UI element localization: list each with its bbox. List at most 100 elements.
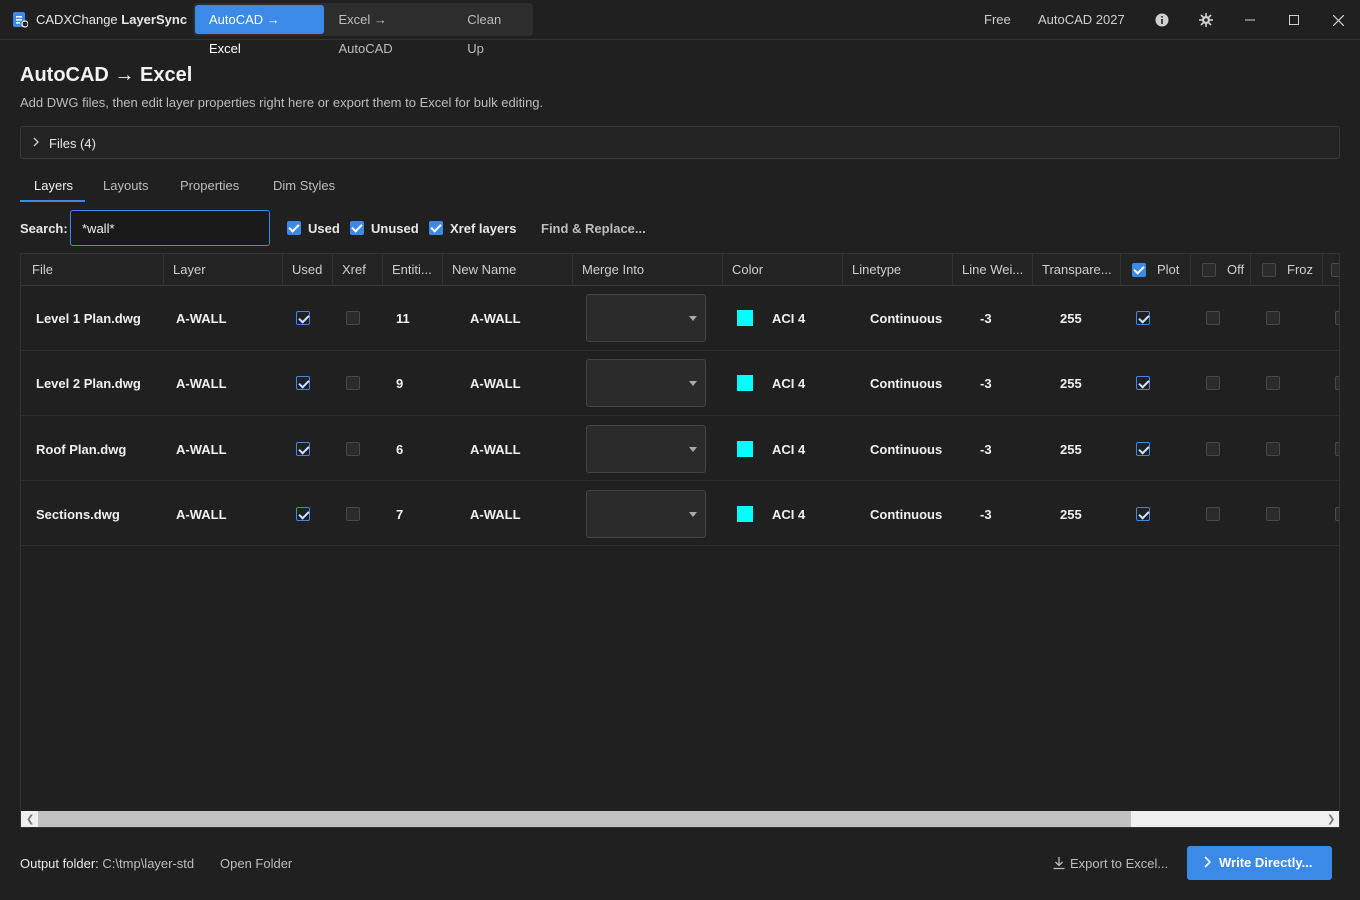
cell-plot-checkbox[interactable]	[1136, 442, 1150, 456]
cell-xref-checkbox[interactable]	[346, 507, 360, 521]
filter-xref-checkbox[interactable]	[429, 221, 443, 235]
cell-used-checkbox[interactable]	[296, 376, 310, 390]
settings-button[interactable]	[1184, 0, 1228, 40]
cell-frozen-checkbox[interactable]	[1266, 442, 1280, 456]
search-input[interactable]	[70, 210, 270, 246]
cell-linetype[interactable]: Continuous	[870, 311, 942, 326]
col-header-line-weight[interactable]: Line Wei...	[953, 254, 1033, 286]
table-row[interactable]: Sections.dwg A-WALL 7 A-WALL ACI 4 Conti…	[21, 481, 1339, 546]
open-folder-button[interactable]: Open Folder	[220, 856, 292, 871]
col-header-new-name[interactable]: New Name	[443, 254, 573, 286]
close-button[interactable]	[1316, 0, 1360, 40]
cell-plot-checkbox[interactable]	[1136, 376, 1150, 390]
nav-tab-clean-up[interactable]: Clean Up	[453, 5, 533, 56]
content-tabs: Layers Layouts Properties Dim Styles	[20, 170, 1340, 203]
cell-used-checkbox[interactable]	[296, 507, 310, 521]
cell-transparency[interactable]: 255	[1060, 507, 1082, 522]
filter-used-checkbox[interactable]	[287, 221, 301, 235]
col-header-xref[interactable]: Xref	[333, 254, 383, 286]
cell-xref-checkbox[interactable]	[346, 376, 360, 390]
next-col-all-checkbox[interactable]	[1331, 263, 1339, 277]
color-swatch[interactable]	[737, 310, 753, 326]
scroll-right-icon[interactable]: ❯	[1327, 814, 1335, 825]
col-header-transparency[interactable]: Transpare...	[1033, 254, 1121, 286]
cell-next-checkbox[interactable]	[1335, 311, 1339, 325]
page-subtitle: Add DWG files, then edit layer propertie…	[20, 95, 544, 110]
nav-tab-autocad-to-excel[interactable]: AutoCAD → Excel	[195, 5, 325, 56]
cell-new-name[interactable]: A-WALL	[470, 376, 521, 391]
cell-off-checkbox[interactable]	[1206, 311, 1220, 325]
cell-frozen-checkbox[interactable]	[1266, 311, 1280, 325]
cell-linetype[interactable]: Continuous	[870, 376, 942, 391]
col-header-merge-into[interactable]: Merge Into	[573, 254, 723, 286]
plot-all-checkbox[interactable]	[1132, 263, 1146, 277]
export-to-excel-label: Export to Excel...	[1070, 856, 1169, 871]
tab-layers[interactable]: Layers	[34, 178, 73, 193]
merge-into-select[interactable]	[586, 425, 706, 473]
cell-transparency[interactable]: 255	[1060, 311, 1082, 326]
tab-properties[interactable]: Properties	[180, 178, 239, 193]
col-header-layer[interactable]: Layer	[164, 254, 283, 286]
merge-into-select[interactable]	[586, 359, 706, 407]
cell-transparency[interactable]: 255	[1060, 376, 1082, 391]
cell-off-checkbox[interactable]	[1206, 507, 1220, 521]
cell-xref-checkbox[interactable]	[346, 442, 360, 456]
cell-line-weight[interactable]: -3	[980, 442, 992, 457]
color-swatch[interactable]	[737, 506, 753, 522]
cell-next-checkbox[interactable]	[1335, 442, 1339, 456]
table-row[interactable]: Roof Plan.dwg A-WALL 6 A-WALL ACI 4 Cont…	[21, 416, 1339, 481]
cell-plot-checkbox[interactable]	[1136, 311, 1150, 325]
cell-used-checkbox[interactable]	[296, 442, 310, 456]
off-all-checkbox[interactable]	[1202, 263, 1216, 277]
frozen-all-checkbox[interactable]	[1262, 263, 1276, 277]
table-row[interactable]: Level 2 Plan.dwg A-WALL 9 A-WALL ACI 4 C…	[21, 351, 1339, 416]
nav-tab-excel-to-autocad[interactable]: Excel → AutoCAD	[324, 5, 453, 56]
export-to-excel-button[interactable]: Export to Excel...	[1052, 856, 1168, 871]
cell-layer: A-WALL	[176, 507, 227, 522]
cell-frozen-checkbox[interactable]	[1266, 376, 1280, 390]
app-title-plain: CADXChange	[36, 12, 122, 27]
cell-line-weight[interactable]: -3	[980, 311, 992, 326]
color-swatch[interactable]	[737, 441, 753, 457]
table-row[interactable]: Level 1 Plan.dwg A-WALL 11 A-WALL ACI 4 …	[21, 286, 1339, 351]
minimize-button[interactable]	[1228, 0, 1272, 40]
find-replace-button[interactable]: Find & Replace...	[541, 221, 646, 236]
cell-new-name[interactable]: A-WALL	[470, 311, 521, 326]
cell-next-checkbox[interactable]	[1335, 376, 1339, 390]
cell-used-checkbox[interactable]	[296, 311, 310, 325]
write-directly-button[interactable]: Write Directly...	[1187, 846, 1332, 880]
tab-layouts[interactable]: Layouts	[103, 178, 149, 193]
cell-new-name[interactable]: A-WALL	[470, 442, 521, 457]
gear-icon	[1199, 13, 1213, 27]
download-icon	[1053, 857, 1065, 870]
color-swatch[interactable]	[737, 375, 753, 391]
cell-line-weight[interactable]: -3	[980, 507, 992, 522]
cell-next-checkbox[interactable]	[1335, 507, 1339, 521]
col-header-file[interactable]: File	[23, 254, 164, 286]
info-button[interactable]	[1140, 0, 1184, 40]
files-panel-toggle[interactable]: Files (4)	[20, 126, 1340, 159]
cell-linetype[interactable]: Continuous	[870, 442, 942, 457]
cell-frozen-checkbox[interactable]	[1266, 507, 1280, 521]
cell-off-checkbox[interactable]	[1206, 376, 1220, 390]
col-header-used[interactable]: Used	[283, 254, 333, 286]
col-header-off[interactable]: Off	[1191, 254, 1251, 286]
merge-into-select[interactable]	[586, 490, 706, 538]
scrollbar-thumb[interactable]	[38, 811, 1131, 827]
filter-unused-checkbox[interactable]	[350, 221, 364, 235]
cell-off-checkbox[interactable]	[1206, 442, 1220, 456]
cell-linetype[interactable]: Continuous	[870, 507, 942, 522]
cell-plot-checkbox[interactable]	[1136, 507, 1150, 521]
scroll-left-icon[interactable]: ❮	[26, 814, 34, 825]
cell-transparency[interactable]: 255	[1060, 442, 1082, 457]
maximize-button[interactable]	[1272, 0, 1316, 40]
cell-line-weight[interactable]: -3	[980, 376, 992, 391]
col-header-color[interactable]: Color	[723, 254, 843, 286]
cell-new-name[interactable]: A-WALL	[470, 507, 521, 522]
col-header-entities[interactable]: Entiti...	[383, 254, 443, 286]
horizontal-scrollbar[interactable]: ❮ ❯	[21, 811, 1339, 827]
merge-into-select[interactable]	[586, 294, 706, 342]
col-header-linetype[interactable]: Linetype	[843, 254, 953, 286]
tab-dim-styles[interactable]: Dim Styles	[273, 178, 335, 193]
cell-xref-checkbox[interactable]	[346, 311, 360, 325]
